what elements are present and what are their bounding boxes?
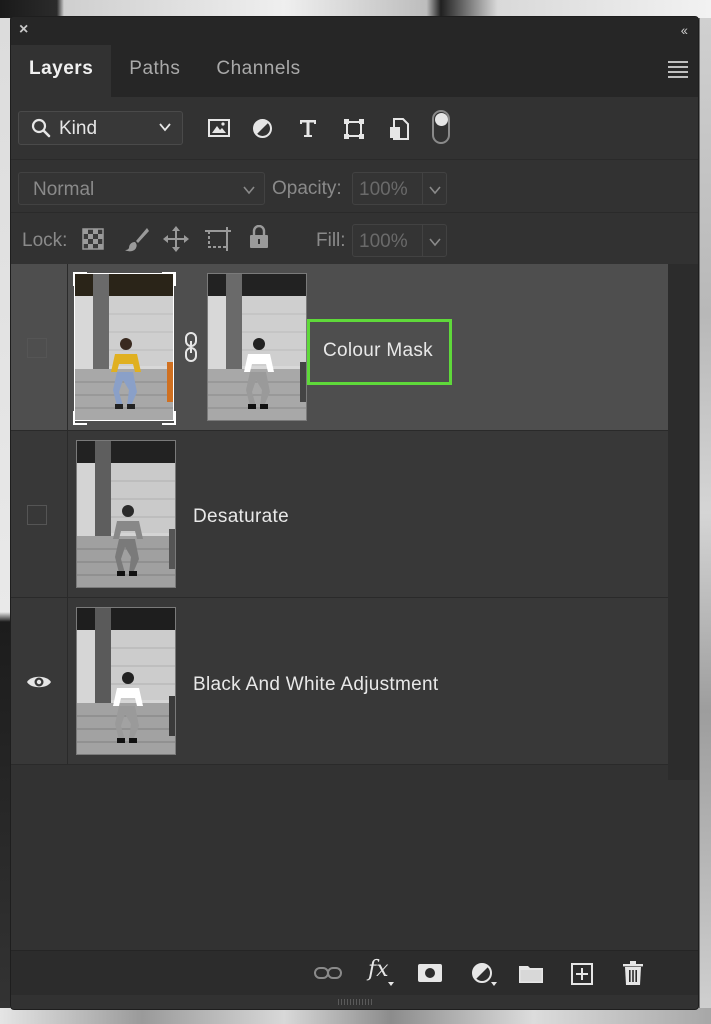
lock-label: Lock: — [22, 230, 68, 251]
thumbnail-photo-color — [75, 274, 173, 420]
opacity-field[interactable]: 100% — [352, 172, 447, 205]
layer-row-colour-mask[interactable]: Colour Mask — [11, 264, 668, 431]
close-icon[interactable]: × — [19, 22, 28, 38]
layer-name[interactable]: Black And White Adjustment — [193, 674, 438, 696]
visibility-toggle-off[interactable] — [27, 505, 47, 525]
layer-mask-thumbnail[interactable] — [207, 273, 307, 421]
layers-panel: × ‹‹ Layers Paths Channels Kind Normal O… — [10, 16, 699, 1010]
fx-dropdown-icon — [388, 982, 394, 986]
adjustment-dropdown-icon — [491, 982, 497, 986]
fill-label: Fill: — [316, 230, 346, 251]
resize-grip-icon[interactable] — [338, 999, 372, 1005]
fill-field[interactable]: 100% — [352, 224, 447, 257]
background-photo-left — [0, 18, 10, 1008]
panel-menu-icon[interactable] — [668, 61, 688, 81]
background-photo-bottom — [0, 1008, 711, 1024]
filter-toggle-knob — [435, 113, 448, 126]
visibility-cell[interactable] — [11, 431, 68, 597]
delete-icon[interactable] — [623, 961, 643, 985]
search-icon — [31, 118, 51, 138]
visibility-cell[interactable] — [11, 598, 68, 764]
adjustment-filter-icon[interactable] — [252, 118, 273, 139]
background-photo-right — [700, 18, 711, 1008]
layer-name[interactable]: Colour Mask — [323, 340, 433, 362]
collapse-panel-icon[interactable]: ‹‹ — [681, 22, 688, 38]
shape-filter-icon[interactable] — [343, 118, 365, 140]
filter-kind-select[interactable]: Kind — [18, 111, 183, 145]
opacity-value: 100% — [359, 179, 408, 200]
new-group-icon[interactable] — [519, 964, 543, 983]
layers-footer-toolbar: fx — [11, 950, 698, 995]
lock-position-icon[interactable] — [163, 226, 189, 252]
thumbnail-photo-gray — [77, 441, 175, 587]
filter-kind-label: Kind — [59, 118, 98, 139]
filter-row: Kind — [11, 97, 698, 160]
blend-mode-select[interactable]: Normal — [18, 172, 265, 205]
tab-channels[interactable]: Channels — [198, 45, 318, 97]
chevron-down-icon[interactable] — [428, 183, 442, 197]
new-adjustment-icon[interactable] — [471, 962, 493, 984]
thumbnail-photo-mask — [208, 274, 306, 420]
lock-image-pixels-icon[interactable] — [124, 226, 150, 252]
add-mask-icon[interactable] — [418, 964, 442, 982]
chevron-down-icon — [243, 186, 255, 195]
lock-row: Lock: Fill: 100% — [11, 213, 698, 265]
visibility-toggle-off[interactable] — [27, 338, 47, 358]
image-filter-icon[interactable] — [208, 118, 230, 138]
visibility-cell[interactable] — [11, 264, 68, 430]
layers-scrollbar[interactable] — [668, 264, 698, 780]
tab-paths[interactable]: Paths — [111, 45, 198, 97]
filter-toggle[interactable] — [432, 110, 450, 144]
type-filter-icon[interactable] — [298, 118, 318, 138]
blend-row: Normal Opacity: 100% — [11, 160, 698, 213]
chevron-down-icon — [159, 123, 171, 132]
lock-transparent-pixels-icon[interactable] — [82, 228, 104, 250]
lock-artboard-icon[interactable] — [204, 226, 232, 252]
tab-layers[interactable]: Layers — [11, 45, 112, 97]
fx-icon[interactable]: fx — [368, 957, 389, 982]
lock-all-icon[interactable] — [249, 225, 269, 249]
panel-title-bar: × ‹‹ — [11, 17, 698, 45]
mask-link-icon[interactable] — [183, 332, 199, 362]
thumbnail-photo-bw — [77, 608, 175, 754]
layer-row-desaturate[interactable]: Desaturate — [11, 431, 668, 598]
layer-name[interactable]: Desaturate — [193, 506, 289, 528]
smart-object-filter-icon[interactable] — [389, 118, 409, 140]
panel-tabs: Layers Paths Channels — [11, 45, 698, 97]
fill-value: 100% — [359, 231, 408, 252]
chevron-down-icon[interactable] — [428, 235, 442, 249]
opacity-label: Opacity: — [272, 178, 342, 199]
layer-thumbnail-desaturate[interactable] — [76, 440, 176, 588]
layers-list: Colour Mask Desaturate Black And White A… — [11, 264, 698, 950]
layer-row-black-and-white[interactable]: Black And White Adjustment — [11, 598, 668, 765]
eye-icon[interactable] — [26, 673, 52, 691]
layer-thumbnail-color[interactable] — [74, 273, 174, 421]
blend-mode-label: Normal — [33, 179, 95, 200]
layer-thumbnail-bw[interactable] — [76, 607, 176, 755]
link-layers-icon[interactable] — [314, 965, 342, 981]
new-layer-icon[interactable] — [571, 963, 593, 985]
